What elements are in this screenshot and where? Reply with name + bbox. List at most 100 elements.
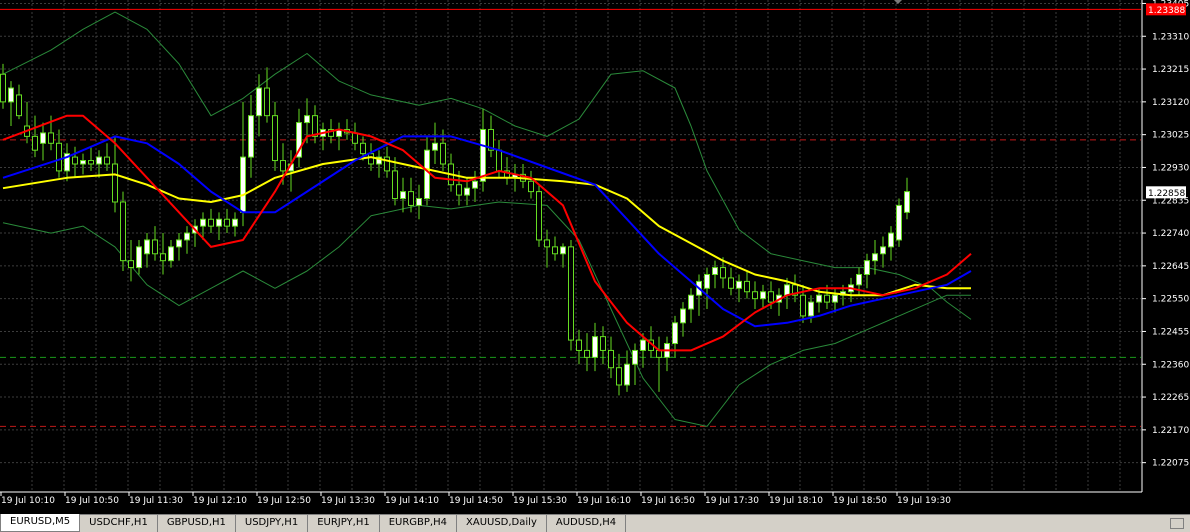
chart-window[interactable]: 1.234051.233101.232151.231201.230251.229… <box>0 0 1190 514</box>
candle-body <box>184 232 190 241</box>
candle <box>568 239 574 351</box>
chart-tab[interactable]: EURGBP,H4 <box>380 515 457 532</box>
candle <box>96 150 102 178</box>
candle <box>432 122 438 164</box>
candle <box>392 157 398 206</box>
candle-body <box>536 191 542 241</box>
candle-body <box>464 187 470 196</box>
candle-body <box>608 349 614 369</box>
candle-body <box>232 218 238 227</box>
chart-tab[interactable]: USDCHF,H1 <box>80 515 158 532</box>
candle-body <box>864 260 870 275</box>
svg-text:1.22858: 1.22858 <box>1148 189 1185 199</box>
candle <box>560 243 566 268</box>
candle <box>504 157 510 185</box>
candle-body <box>736 280 742 289</box>
price-tick-label: 1.23310 <box>1152 32 1189 42</box>
candle <box>376 150 382 178</box>
tabs-scroll-grip-icon[interactable] <box>1170 518 1184 529</box>
resistance-price-tag: 1.23388 <box>1146 3 1186 16</box>
candle <box>896 198 902 247</box>
candle-body <box>32 135 38 151</box>
candle-body <box>400 191 406 200</box>
candle <box>152 226 158 261</box>
chart-tab[interactable]: EURUSD,M5 <box>0 514 81 532</box>
candle-body <box>712 267 718 275</box>
candle-body <box>8 87 14 103</box>
candle <box>752 281 758 310</box>
price-tick-label: 1.22170 <box>1152 426 1189 436</box>
candle-body <box>240 156 246 213</box>
chart-tab[interactable]: GBPUSD,H1 <box>158 515 236 532</box>
chart-tab[interactable]: USDJPY,H1 <box>236 515 309 532</box>
time-tick-label: 19 Jul 17:30 <box>705 496 759 506</box>
candle-body <box>312 115 318 137</box>
candle-body <box>216 218 222 227</box>
candle <box>40 122 46 161</box>
candle-body <box>472 180 478 189</box>
price-chart[interactable]: 1.234051.233101.232151.231201.230251.229… <box>0 0 1190 514</box>
chart-tab[interactable]: XAUUSD,Daily <box>457 515 547 532</box>
candle <box>792 274 798 303</box>
chart-tab[interactable]: EURJPY,H1 <box>308 515 380 532</box>
candle-body <box>224 218 230 227</box>
candle <box>104 143 110 171</box>
candle <box>416 184 422 220</box>
candle-body <box>440 142 446 165</box>
candle-body <box>88 160 94 165</box>
chart-tab[interactable]: AUDUSD,H4 <box>547 515 627 532</box>
candle <box>536 184 542 247</box>
candle-body <box>16 94 22 117</box>
candle <box>184 226 190 254</box>
candle-body <box>56 142 62 172</box>
candle <box>552 236 558 261</box>
candle <box>256 74 262 137</box>
candle <box>224 208 230 234</box>
candle-body <box>408 191 414 206</box>
candle <box>400 177 406 213</box>
candle <box>880 236 886 268</box>
candle-body <box>104 156 110 165</box>
candle-body <box>40 132 46 144</box>
candle-body <box>904 191 910 213</box>
candle-body <box>544 239 550 248</box>
candle <box>480 108 486 192</box>
time-tick-label: 19 Jul 11:30 <box>129 496 183 506</box>
candle <box>32 115 38 158</box>
candle-body <box>368 153 374 165</box>
price-axis-panel[interactable] <box>1142 0 1190 514</box>
candle-body <box>0 73 6 103</box>
candle <box>288 150 294 192</box>
candle-body <box>272 115 278 162</box>
candle <box>272 101 278 171</box>
candle-body <box>624 363 630 386</box>
candle <box>240 101 246 227</box>
candle-body <box>48 132 54 144</box>
candle-body <box>584 349 590 358</box>
candle <box>24 101 30 144</box>
candle <box>0 63 6 109</box>
candle-body <box>304 115 310 124</box>
price-tick-label: 1.22265 <box>1152 393 1189 403</box>
candle <box>624 350 630 392</box>
candle-body <box>784 284 790 296</box>
candle <box>168 239 174 268</box>
price-tick-label: 1.22740 <box>1152 229 1189 239</box>
candle <box>56 129 62 178</box>
candle-body <box>552 246 558 255</box>
candle <box>248 94 254 178</box>
candle <box>128 239 134 282</box>
candles <box>0 63 910 396</box>
candle-body <box>176 239 182 248</box>
candle <box>120 191 126 272</box>
candle-body <box>824 294 830 303</box>
candle-body <box>112 163 118 203</box>
time-tick-label: 19 Jul 15:30 <box>513 496 567 506</box>
candle-body <box>888 232 894 248</box>
time-tick-label: 19 Jul 12:50 <box>257 496 311 506</box>
candle <box>544 229 550 268</box>
candle <box>712 260 718 289</box>
candle-body <box>72 156 78 165</box>
candle <box>744 271 750 299</box>
time-tick-label: 19 Jul 18:10 <box>769 496 823 506</box>
